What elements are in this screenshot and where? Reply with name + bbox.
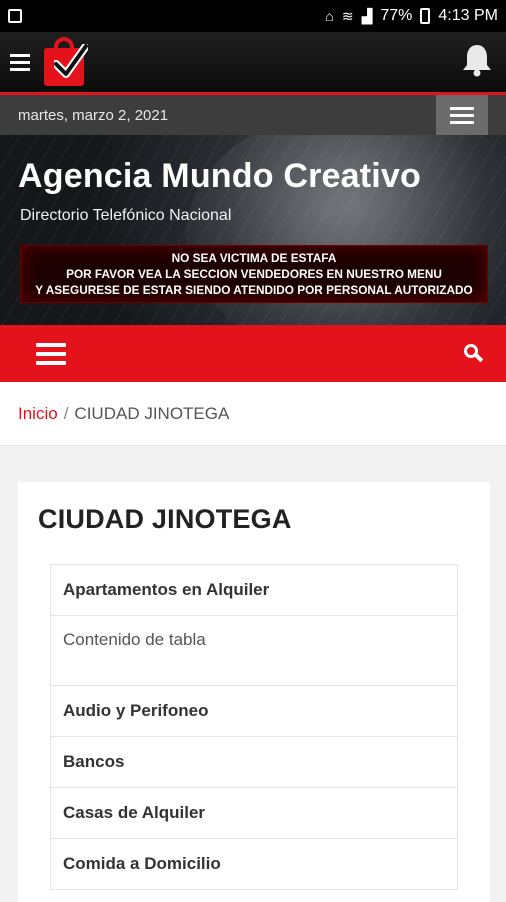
list-item-content: Contenido de tabla [63,630,206,649]
date-bar: martes, marzo 2, 2021 [0,95,506,135]
list-item-label: Casas de Alquiler [63,803,206,822]
battery-percent: 77% [380,7,413,24]
list-item-label: Audio y Perifoneo [63,701,209,720]
notice-line-2: POR FAVOR VEA LA SECCION VENDEDORES EN N… [66,267,442,281]
list-item-bancos[interactable]: Bancos [50,737,458,788]
drawer-menu-icon[interactable] [10,50,30,75]
app-bar [0,32,506,92]
site-subtitle: Directorio Telefónico Nacional [20,207,232,224]
list-item-audio[interactable]: Audio y Perifoneo [50,686,458,737]
list-item-casas[interactable]: Casas de Alquiler [50,788,458,839]
list-item-label: Bancos [63,752,125,771]
list-item-comida[interactable]: Comida a Domicilio [50,839,458,890]
notification-icon: ⌂ [325,8,334,24]
list-item-body: Contenido de tabla [50,616,458,686]
category-list: Apartamentos en Alquiler Contenido de ta… [50,564,458,890]
status-bar: ⌂ ≋ ▟ 77% 4:13 PM [0,0,506,32]
shopping-bag-check-logo[interactable] [40,34,92,90]
page-content: CIUDAD JINOTEGA Apartamentos en Alquiler… [18,482,490,902]
check-icon [54,44,88,78]
battery-icon [420,8,431,24]
bell-icon[interactable] [460,42,494,78]
hero-banner: Agencia Mundo Creativo Directorio Telefó… [0,135,506,325]
secondary-menu-button[interactable] [436,95,488,135]
notice-line-3: Y ASEGURESE DE ESTAR SIENDO ATENDIDO POR… [35,283,473,297]
breadcrumb-current: CIUDAD JINOTEGA [74,403,230,423]
search-icon[interactable] [464,343,484,364]
list-item-label: Apartamentos en Alquiler [63,580,270,599]
image-icon [8,9,22,23]
breadcrumb-separator: / [63,403,69,423]
signal-icon: ▟ [361,7,373,24]
current-date: martes, marzo 2, 2021 [18,106,169,124]
breadcrumb-home-link[interactable]: Inicio [18,404,58,424]
list-item-label: Comida a Domicilio [63,854,221,873]
list-item-apartamentos[interactable]: Apartamentos en Alquiler [50,565,458,616]
warning-notice: NO SEA VICTIMA DE ESTAFA POR FAVOR VEA L… [20,245,488,303]
notice-line-1: NO SEA VICTIMA DE ESTAFA [171,251,337,265]
time: 4:13 PM [438,7,498,24]
breadcrumb: Inicio / CIUDAD JINOTEGA [0,382,506,446]
primary-nav-bar [0,325,506,382]
wifi-icon: ≋ [341,7,354,24]
site-title[interactable]: Agencia Mundo Creativo [18,157,421,196]
hamburger-icon[interactable] [36,338,66,370]
page-title: CIUDAD JINOTEGA [38,504,292,534]
